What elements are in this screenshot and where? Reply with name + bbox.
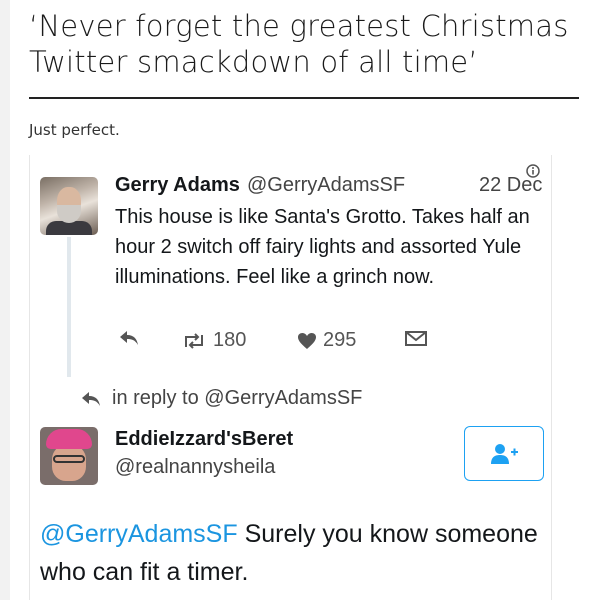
article-caption: Just perfect. <box>29 121 120 139</box>
follow-user-icon <box>491 443 518 464</box>
dm-icon <box>405 331 427 346</box>
tweet-text: @GerryAdamsSF Surely you know someone wh… <box>40 515 550 591</box>
in-reply-to[interactable]: in reply to @GerryAdamsSF <box>80 387 362 410</box>
in-reply-to-label: in reply to @GerryAdamsSF <box>112 387 363 409</box>
tweet-text: This house is like Santa's Grotto. Takes… <box>115 206 530 288</box>
article-headline: ‘Never forget the greatest Christmas Twi… <box>29 9 569 79</box>
avatar-beret <box>46 429 92 449</box>
avatar-glasses <box>53 455 85 463</box>
thread-line <box>67 237 71 377</box>
avatar[interactable] <box>40 177 98 235</box>
like-count: 295 <box>323 329 357 351</box>
tweet-author-name[interactable]: EddieIzzard'sBeret <box>115 428 293 451</box>
reply-button[interactable] <box>118 329 140 347</box>
direct-message-button[interactable] <box>404 329 428 347</box>
reply-icon <box>82 391 100 406</box>
tweet-author-handle[interactable]: @realnannysheila <box>115 456 275 479</box>
tweet-mention[interactable]: @GerryAdamsSF <box>40 520 238 548</box>
follow-button[interactable] <box>464 426 544 481</box>
retweet-icon <box>185 332 203 349</box>
avatar[interactable] <box>40 427 98 485</box>
like-button[interactable]: 295 <box>297 329 356 352</box>
avatar-suit <box>46 221 92 235</box>
retweet-button[interactable]: 180 <box>181 329 246 352</box>
headline-divider <box>29 97 579 99</box>
info-icon <box>526 164 540 178</box>
heart-icon <box>298 332 316 349</box>
tweet-author-handle[interactable]: @GerryAdamsSF <box>247 174 405 197</box>
retweet-count: 180 <box>213 329 247 351</box>
avatar-face <box>52 445 86 481</box>
page-side-rule <box>0 0 10 600</box>
reply-icon <box>120 331 138 345</box>
tweet-author-name[interactable]: Gerry Adams <box>115 174 240 197</box>
